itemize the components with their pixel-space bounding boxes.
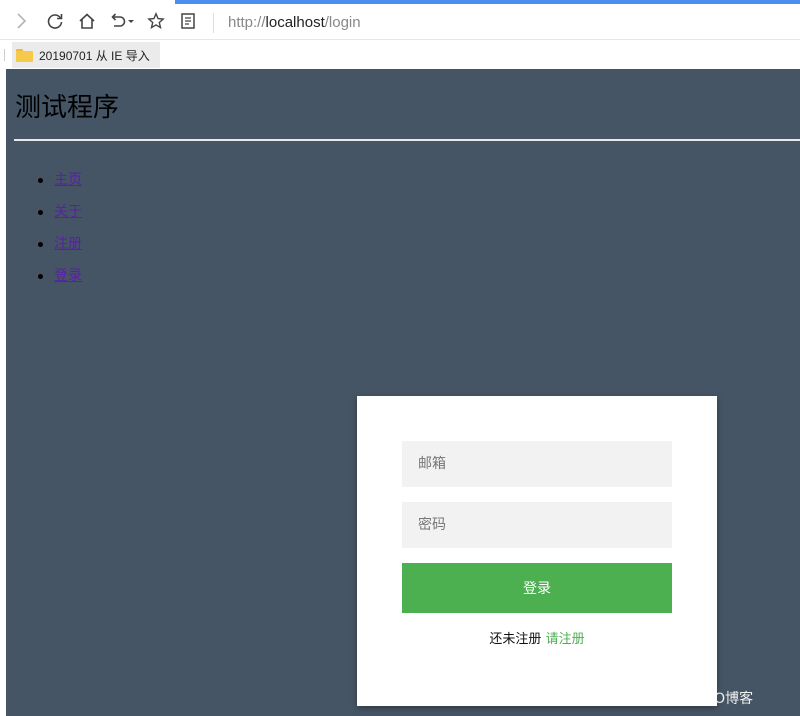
page-viewport: 测试程序 主页 关于 注册 登录 登录 还未注册 请注册 (6, 69, 800, 716)
nav-item-login: 登录 (36, 265, 82, 297)
email-field[interactable] (402, 441, 672, 487)
nav-item-register: 注册 (36, 233, 82, 265)
title-divider (14, 139, 800, 141)
address-separator (213, 13, 214, 33)
nav-link-login[interactable]: 登录 (54, 268, 82, 284)
undo-close-tab-icon[interactable] (106, 10, 128, 32)
site-nav: 主页 关于 注册 登录 (36, 169, 82, 297)
chevron-down-icon[interactable] (126, 10, 136, 32)
register-prompt: 还未注册 请注册 (357, 628, 717, 647)
address-bar[interactable]: http://localhost/login (228, 12, 361, 34)
reading-mode-icon[interactable] (177, 10, 199, 32)
star-icon[interactable] (145, 10, 167, 32)
refresh-icon[interactable] (44, 10, 66, 32)
url-scheme: http:// (228, 14, 266, 31)
browser-toolbar: http://localhost/login (0, 4, 800, 40)
login-button[interactable]: 登录 (402, 563, 672, 613)
url-host: localhost (265, 14, 325, 31)
bookmarks-bar: 20190701 从 IE 导入 (0, 40, 800, 69)
nav-item-about: 关于 (36, 201, 82, 233)
register-link[interactable]: 请注册 (546, 632, 585, 647)
browser-window: http://localhost/login 20190701 从 IE 导入 … (0, 0, 800, 716)
url-path: /login (324, 14, 361, 31)
no-account-text: 还未注册 (489, 632, 542, 647)
page-title: 测试程序 (15, 93, 120, 123)
nav-link-register[interactable]: 注册 (54, 236, 82, 252)
nav-link-home[interactable]: 主页 (54, 172, 82, 188)
nav-item-home: 主页 (36, 169, 82, 201)
password-field[interactable] (402, 502, 672, 548)
forward-icon[interactable] (10, 10, 32, 32)
bookmark-folder-label: 20190701 从 IE 导入 (39, 48, 150, 63)
nav-link-about[interactable]: 关于 (54, 204, 82, 220)
folder-icon (16, 48, 33, 62)
watermark: @51CTO博客 (664, 691, 754, 707)
home-icon[interactable] (76, 10, 98, 32)
login-card: 登录 还未注册 请注册 (357, 396, 717, 706)
bookmark-folder[interactable]: 20190701 从 IE 导入 (12, 42, 160, 68)
bookmarks-grip (4, 49, 5, 61)
